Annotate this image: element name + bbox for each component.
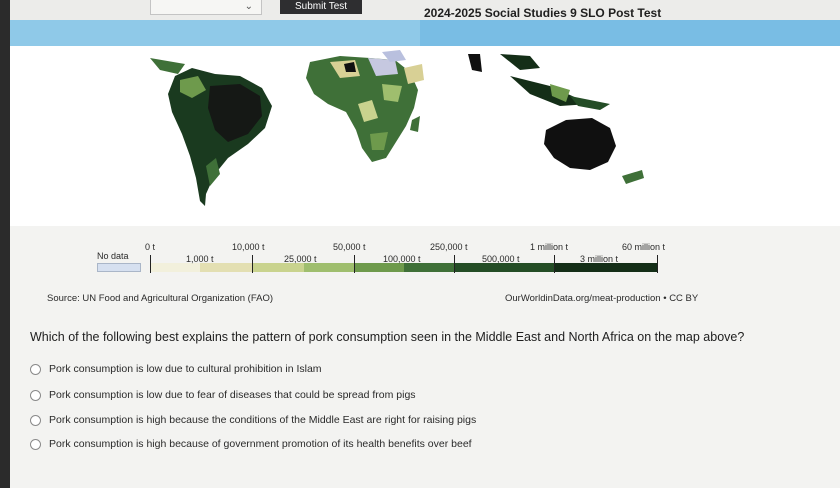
- legend-tick: [150, 255, 151, 273]
- no-data-swatch: [97, 263, 141, 272]
- legend-tick: [252, 255, 253, 273]
- legend-tick: [657, 255, 658, 273]
- legend-label-top: 1 million t: [530, 242, 569, 252]
- answer-option-2[interactable]: Pork consumption is low due to fear of d…: [30, 387, 416, 403]
- legend-label-top: 250,000 t: [430, 242, 468, 252]
- legend-tick: [554, 255, 555, 273]
- legend-tick: [454, 255, 455, 273]
- legend-swatch-8: [554, 263, 658, 272]
- legend-swatch-2: [200, 263, 252, 272]
- legend-label-bottom: 100,000 t: [383, 254, 421, 264]
- legend-label-bottom: 25,000 t: [284, 254, 317, 264]
- radio-button[interactable]: [30, 363, 41, 375]
- radio-button[interactable]: [30, 438, 41, 450]
- legend-swatch-6: [404, 263, 454, 272]
- legend-tick: [354, 255, 355, 273]
- legend-swatch-7: [454, 263, 554, 272]
- legend-label-bottom: 500,000 t: [482, 254, 520, 264]
- answer-option-4[interactable]: Pork consumption is high because of gove…: [30, 436, 472, 452]
- top-header: [0, 0, 840, 20]
- chevron-down-icon: ⌄: [244, 1, 253, 12]
- legend-swatch-3: [252, 263, 304, 272]
- answer-option-1[interactable]: Pork consumption is low due to cultural …: [30, 361, 322, 377]
- source-attribution: Source: UN Food and Agricultural Organiz…: [47, 293, 273, 304]
- legend-label-bottom: 3 million t: [580, 254, 619, 264]
- answer-option-label: Pork consumption is high because the con…: [49, 414, 477, 426]
- submit-test-button[interactable]: Submit Test: [280, 0, 362, 14]
- legend-label-top: 60 million t: [622, 242, 666, 252]
- legend-swatch-5: [354, 263, 404, 272]
- answer-option-label: Pork consumption is low due to cultural …: [49, 363, 322, 375]
- section-dropdown[interactable]: ⌄: [150, 0, 262, 15]
- legend-label-top: 10,000 t: [232, 242, 265, 252]
- answer-option-label: Pork consumption is low due to fear of d…: [49, 389, 416, 401]
- legend-label-top: 50,000 t: [333, 242, 366, 252]
- legend-label-top: 0 t: [145, 242, 156, 252]
- test-title: 2024-2025 Social Studies 9 SLO Post Test: [424, 6, 662, 20]
- radio-button[interactable]: [30, 414, 41, 426]
- radio-button[interactable]: [30, 389, 41, 401]
- australia-shape: [544, 118, 616, 170]
- legend-no-data-label: No data: [97, 251, 129, 261]
- question-text: Which of the following best explains the…: [30, 330, 745, 344]
- legend-swatch-1: [150, 263, 200, 272]
- answer-option-label: Pork consumption is high because of gove…: [49, 438, 472, 450]
- pork-production-map: [10, 46, 840, 226]
- world-map-graphic: [150, 50, 644, 206]
- left-edge: [0, 0, 10, 488]
- legend-label-bottom: 1,000 t: [186, 254, 214, 264]
- legend-swatch-4: [304, 263, 354, 272]
- answer-option-3[interactable]: Pork consumption is high because the con…: [30, 412, 476, 428]
- source-link[interactable]: OurWorldinData.org/meat-production • CC …: [505, 293, 698, 304]
